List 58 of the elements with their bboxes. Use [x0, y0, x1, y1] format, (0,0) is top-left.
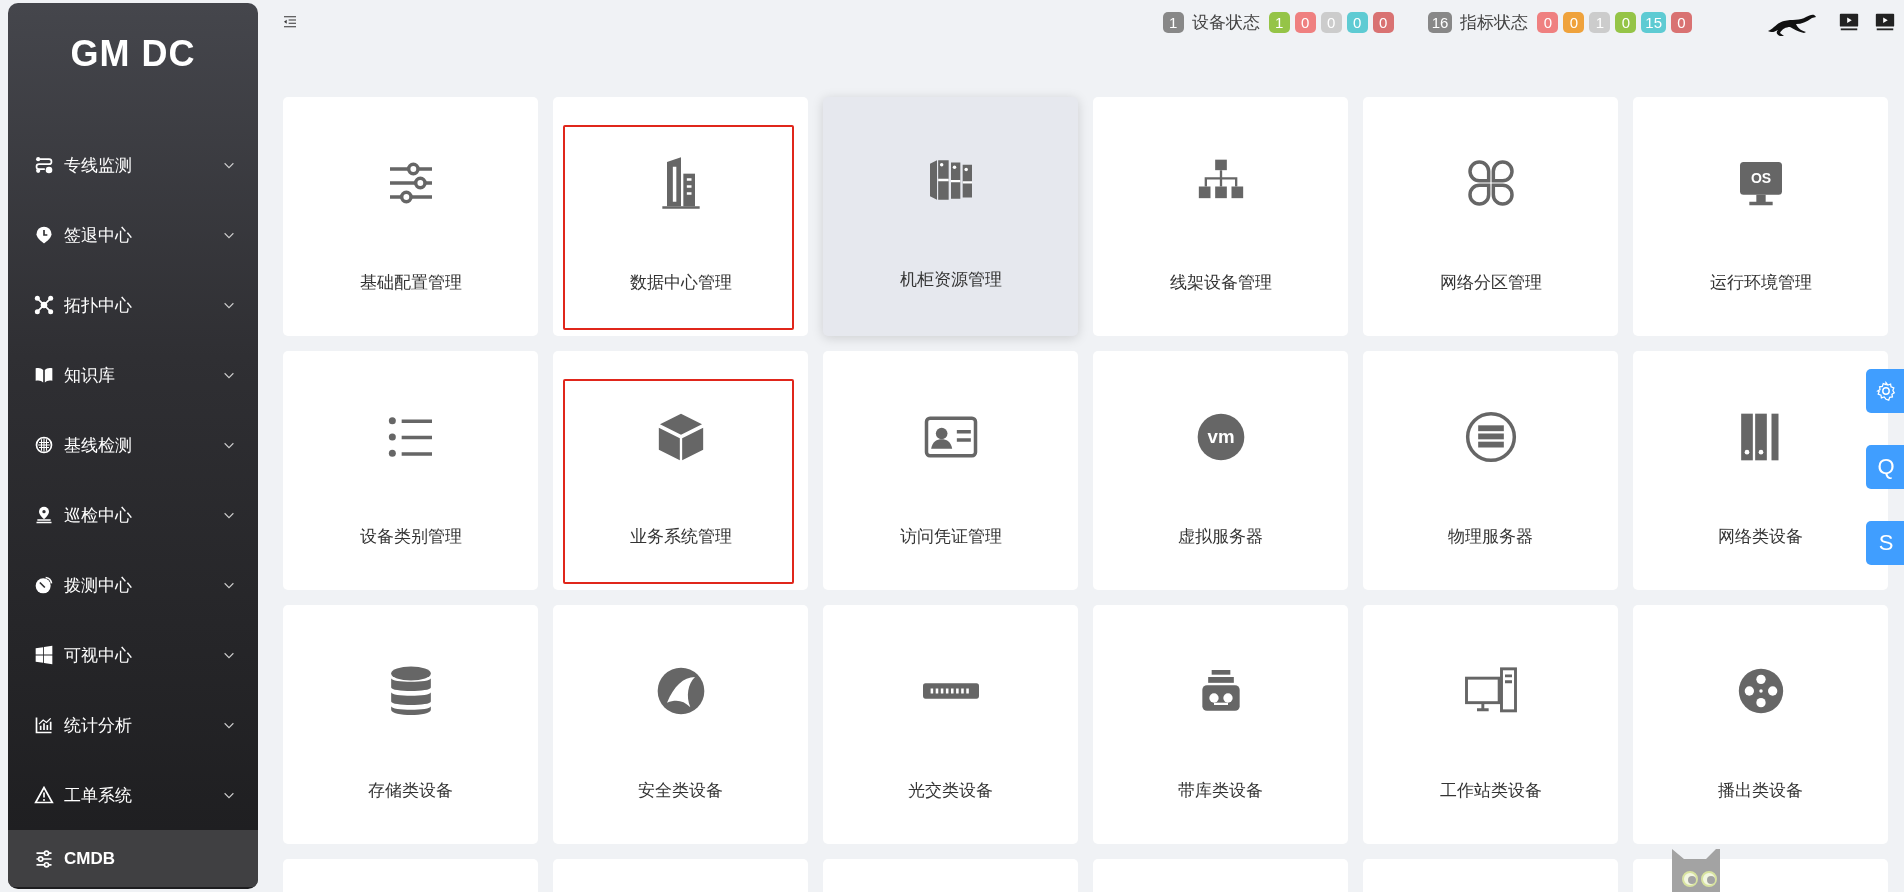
module-tile[interactable]: 机柜资源管理	[823, 97, 1078, 336]
module-tile[interactable]: OS 运行环境管理	[1633, 97, 1888, 336]
book-icon	[34, 365, 54, 385]
video-icon[interactable]	[1838, 11, 1860, 33]
status-badge: 0	[1671, 11, 1692, 33]
sidebar-item[interactable]: 知识库	[8, 340, 258, 410]
sidebar-item[interactable]: 可视中心	[8, 620, 258, 690]
sidebar-item[interactable]: 专线监测	[8, 130, 258, 200]
sidebar-item[interactable]: 基线检测	[8, 410, 258, 480]
sidebar-item[interactable]: 巡检中心	[8, 480, 258, 550]
module-tile[interactable]: 业务系统管理	[553, 351, 808, 590]
sidebar-item[interactable]: 工单系统	[8, 760, 258, 830]
module-tile[interactable]: 线架设备管理	[1093, 97, 1348, 336]
status-badge: 1	[1268, 11, 1290, 33]
module-tile[interactable]: 存储类设备	[283, 605, 538, 844]
settings-icon	[1875, 380, 1897, 402]
module-tile[interactable]: 带库类设备	[1093, 605, 1348, 844]
video-icon[interactable]	[1874, 11, 1896, 33]
module-tile[interactable]: 数据中心管理	[553, 97, 808, 336]
status-badge: 0	[1537, 11, 1559, 33]
sidebar-item[interactable]: 拨测中心	[8, 550, 258, 620]
module-tile[interactable]: vm 虚拟服务器	[1093, 351, 1348, 590]
location-icon	[34, 505, 54, 525]
count-badge: 1	[1162, 11, 1184, 33]
sidebar-item[interactable]: 统计分析	[8, 690, 258, 760]
logo-text: GM DC	[70, 33, 196, 75]
status-badge: 0	[1372, 11, 1394, 33]
module-tile[interactable]: 访问凭证管理	[823, 351, 1078, 590]
sidebar-item[interactable]: 拓扑中心	[8, 270, 258, 340]
module-tile[interactable]: 播出类设备	[1633, 605, 1888, 844]
collapse-menu-icon[interactable]	[282, 14, 298, 30]
globe-grid-icon	[34, 435, 54, 455]
module-tile[interactable]: 设备类别管理	[283, 351, 538, 590]
sidebar-item[interactable]: 签退中心	[8, 200, 258, 270]
status-badge: 0	[1294, 11, 1316, 33]
module-tile[interactable]: 基础配置管理	[283, 97, 538, 336]
sidebar-item[interactable]: CMDB	[8, 830, 258, 887]
status-badge: 0	[1615, 11, 1637, 33]
warning-icon	[34, 785, 54, 805]
settings-button[interactable]	[1866, 369, 1904, 413]
clock-pin-icon	[34, 225, 54, 245]
status-badge: 0	[1563, 11, 1585, 33]
module-tile[interactable]: 网络分区管理	[1363, 97, 1618, 336]
topology-icon	[34, 295, 54, 315]
module-tile[interactable]: 工作站类设备	[1363, 605, 1618, 844]
status-badge: 0	[1346, 11, 1368, 33]
module-tile[interactable]: 物理服务器	[1363, 351, 1618, 590]
windows-icon	[34, 645, 54, 665]
module-tile[interactable]: 光交类设备	[823, 605, 1078, 844]
status-label: 指标状态	[1460, 11, 1529, 34]
network-switch-icon	[922, 683, 979, 699]
bar-chart-icon	[34, 715, 54, 735]
status-badge: 15	[1641, 11, 1666, 33]
status-label: 设备状态	[1191, 11, 1260, 34]
sliders-icon	[34, 848, 54, 869]
count-badge: 16	[1427, 11, 1453, 33]
route-icon	[34, 155, 54, 175]
module-tile[interactable]: 安全类设备	[553, 605, 808, 844]
